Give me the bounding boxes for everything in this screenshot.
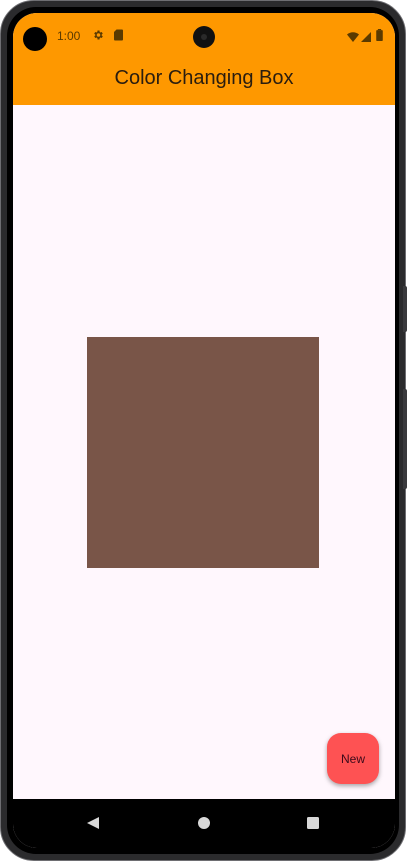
camera-punch-hole [193, 26, 215, 48]
status-bar: 1:00 [13, 13, 395, 59]
volume-button [403, 389, 407, 489]
new-color-button[interactable]: New [327, 733, 379, 784]
navigation-bar [13, 799, 395, 848]
back-icon[interactable] [83, 813, 103, 833]
battery-icon [376, 28, 383, 46]
app-bar: 1:00 Color Changing Box [13, 13, 395, 105]
color-box [87, 337, 319, 568]
screen: 1:00 Color Changing Box New [13, 13, 395, 848]
power-button [403, 286, 407, 332]
sd-card-icon [113, 28, 124, 46]
signal-icon [361, 29, 371, 47]
front-camera-dot [23, 27, 47, 51]
new-color-button-label: New [340, 751, 365, 766]
app-bar-title: Color Changing Box [114, 67, 294, 89]
status-time: 1:00 [57, 29, 81, 43]
gear-icon [92, 28, 104, 46]
home-icon[interactable] [194, 813, 214, 833]
phone-frame: 1:00 Color Changing Box New [0, 0, 407, 861]
recents-icon[interactable] [303, 813, 323, 833]
wifi-icon [347, 29, 359, 47]
